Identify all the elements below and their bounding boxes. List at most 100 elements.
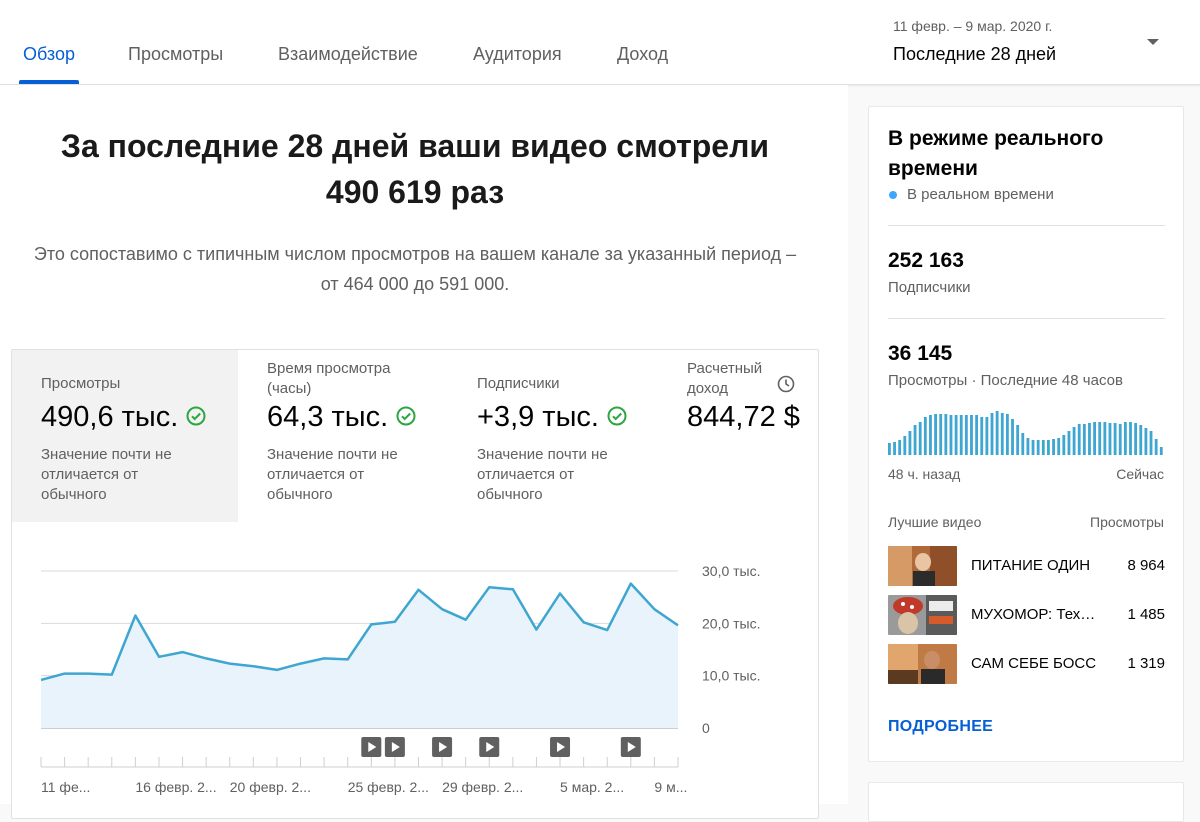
chart-area <box>41 583 678 728</box>
realtime-bar[interactable] <box>1149 431 1153 455</box>
realtime-bar[interactable] <box>980 417 984 455</box>
realtime-bar[interactable] <box>990 413 994 455</box>
realtime-bar[interactable] <box>918 422 922 455</box>
realtime-bar[interactable] <box>1154 439 1158 455</box>
realtime-bar[interactable] <box>1159 447 1163 455</box>
realtime-bar[interactable] <box>1052 439 1055 455</box>
realtime-bar[interactable] <box>1103 422 1107 455</box>
y-tick-label: 30,0 тыс. <box>702 563 761 579</box>
realtime-bar[interactable] <box>1067 431 1071 455</box>
realtime-bar[interactable] <box>1062 435 1066 455</box>
tab-engagement[interactable]: Взаимодействие <box>278 44 418 65</box>
x-tick-label: 11 фе... <box>41 779 90 795</box>
realtime-bar[interactable] <box>1098 422 1102 455</box>
headline-line-2: 490 619 раз <box>325 174 505 210</box>
y-tick-label: 10,0 тыс. <box>702 668 761 684</box>
realtime-bar[interactable] <box>923 417 927 455</box>
x-tick-label: 16 февр. 2... <box>135 779 216 795</box>
realtime-bar[interactable] <box>1088 423 1091 455</box>
video-marker-icon[interactable] <box>479 737 500 757</box>
dropdown-arrow-icon[interactable] <box>1147 39 1159 45</box>
realtime-bar[interactable] <box>1057 438 1061 455</box>
realtime-bar[interactable] <box>949 415 953 455</box>
realtime-bar[interactable] <box>1047 440 1050 455</box>
video-thumbnail <box>888 546 957 586</box>
realtime-bar[interactable] <box>944 414 948 455</box>
x-tick-label: 5 мар. 2... <box>560 779 624 795</box>
realtime-bar[interactable] <box>1041 440 1045 455</box>
realtime-bar[interactable] <box>1144 428 1148 455</box>
next-card <box>868 782 1184 822</box>
realtime-bar[interactable] <box>929 415 932 455</box>
realtime-bar[interactable] <box>985 417 989 455</box>
realtime-bar[interactable] <box>964 415 968 455</box>
realtime-bar[interactable] <box>1021 433 1025 455</box>
realtime-bar[interactable] <box>893 442 896 455</box>
realtime-bar[interactable] <box>1082 424 1086 455</box>
video-marker-icon[interactable] <box>432 737 453 757</box>
realtime-bar[interactable] <box>1026 438 1030 455</box>
realtime-views-count: 36 145 <box>888 342 953 365</box>
realtime-bar[interactable] <box>1118 424 1122 455</box>
tab-audience[interactable]: Аудитория <box>473 44 562 65</box>
video-marker-icon[interactable] <box>361 737 382 757</box>
realtime-bar[interactable] <box>1016 425 1020 455</box>
tab-overview[interactable]: Обзор <box>23 44 75 65</box>
realtime-bar[interactable] <box>934 414 937 455</box>
video-thumbnail <box>888 595 957 635</box>
realtime-bar[interactable] <box>1108 423 1112 455</box>
realtime-bar[interactable] <box>913 425 917 455</box>
realtime-bar[interactable] <box>1005 414 1009 455</box>
realtime-status: В реальном времени <box>907 186 1054 203</box>
top-video-row[interactable]: МУХОМОР: Техника 1 485 <box>888 595 1165 635</box>
views-chart: 30,0 тыс. 20,0 тыс. 10,0 тыс. 0 11 фе... 16 … <box>40 563 761 795</box>
realtime-bar[interactable] <box>1113 423 1117 455</box>
realtime-bar[interactable] <box>1134 423 1138 455</box>
comparison-line-2: от 464 000 до 591 000. <box>320 274 510 294</box>
realtime-bar[interactable] <box>1093 422 1097 455</box>
realtime-bar[interactable] <box>959 415 963 455</box>
video-marker-icon[interactable] <box>384 737 405 757</box>
realtime-axis-start: 48 ч. назад <box>888 466 961 482</box>
video-title: ПИТАНИЕ ОДИН <box>971 557 1091 574</box>
realtime-bar[interactable] <box>1077 424 1081 455</box>
realtime-bar[interactable] <box>954 415 958 455</box>
realtime-bar[interactable] <box>1072 427 1076 455</box>
y-tick-label: 20,0 тыс. <box>702 615 761 631</box>
top-video-row[interactable]: САМ СЕБЕ БОСС 1 319 <box>888 644 1165 684</box>
realtime-bar[interactable] <box>1129 422 1132 455</box>
tab-revenue[interactable]: Доход <box>617 44 668 65</box>
top-bar: Обзор Просмотры Взаимодействие Аудитория… <box>0 0 1200 85</box>
more-details-link[interactable]: ПОДРОБНЕЕ <box>888 718 993 736</box>
realtime-bar[interactable] <box>1123 422 1127 455</box>
realtime-bar[interactable] <box>939 414 943 455</box>
top-video-row[interactable]: ПИТАНИЕ ОДИН 8 964 <box>888 546 1165 586</box>
divider <box>888 318 1165 319</box>
realtime-bar[interactable] <box>1000 413 1004 455</box>
realtime-bar[interactable] <box>975 415 979 455</box>
realtime-bar[interactable] <box>1139 425 1143 455</box>
realtime-bar[interactable] <box>1036 440 1040 455</box>
realtime-bar-chart[interactable] <box>888 405 1165 455</box>
date-range-selector[interactable]: Последние 28 дней <box>893 44 1056 65</box>
realtime-bar[interactable] <box>995 411 999 455</box>
main-panel: За последние 28 дней ваши видео смотрели… <box>0 85 848 819</box>
realtime-card: В режиме реального времени В реальном вр… <box>868 106 1184 762</box>
tab-views[interactable]: Просмотры <box>128 44 223 65</box>
realtime-bar[interactable] <box>970 415 973 455</box>
video-marker-icon[interactable] <box>550 737 571 757</box>
video-marker-icon[interactable] <box>620 737 641 757</box>
realtime-bar[interactable] <box>898 440 902 455</box>
realtime-bar[interactable] <box>1011 419 1014 455</box>
realtime-bar[interactable] <box>1031 440 1035 455</box>
realtime-title: В режиме реального времени <box>888 127 1104 180</box>
realtime-bar[interactable] <box>888 443 891 455</box>
video-title: САМ СЕБЕ БОСС <box>971 655 1097 672</box>
date-range-text[interactable]: 11 февр. – 9 мар. 2020 г. <box>893 18 1052 34</box>
comparison-text: Это сопоставимо с типичным числом просмо… <box>0 239 830 299</box>
video-thumbnail <box>888 644 957 684</box>
realtime-bar[interactable] <box>903 436 907 455</box>
realtime-bar[interactable] <box>908 431 912 455</box>
headline: За последние 28 дней ваши видео смотрели… <box>0 123 830 215</box>
comparison-line-1: Это сопоставимо с типичным числом просмо… <box>33 244 797 264</box>
